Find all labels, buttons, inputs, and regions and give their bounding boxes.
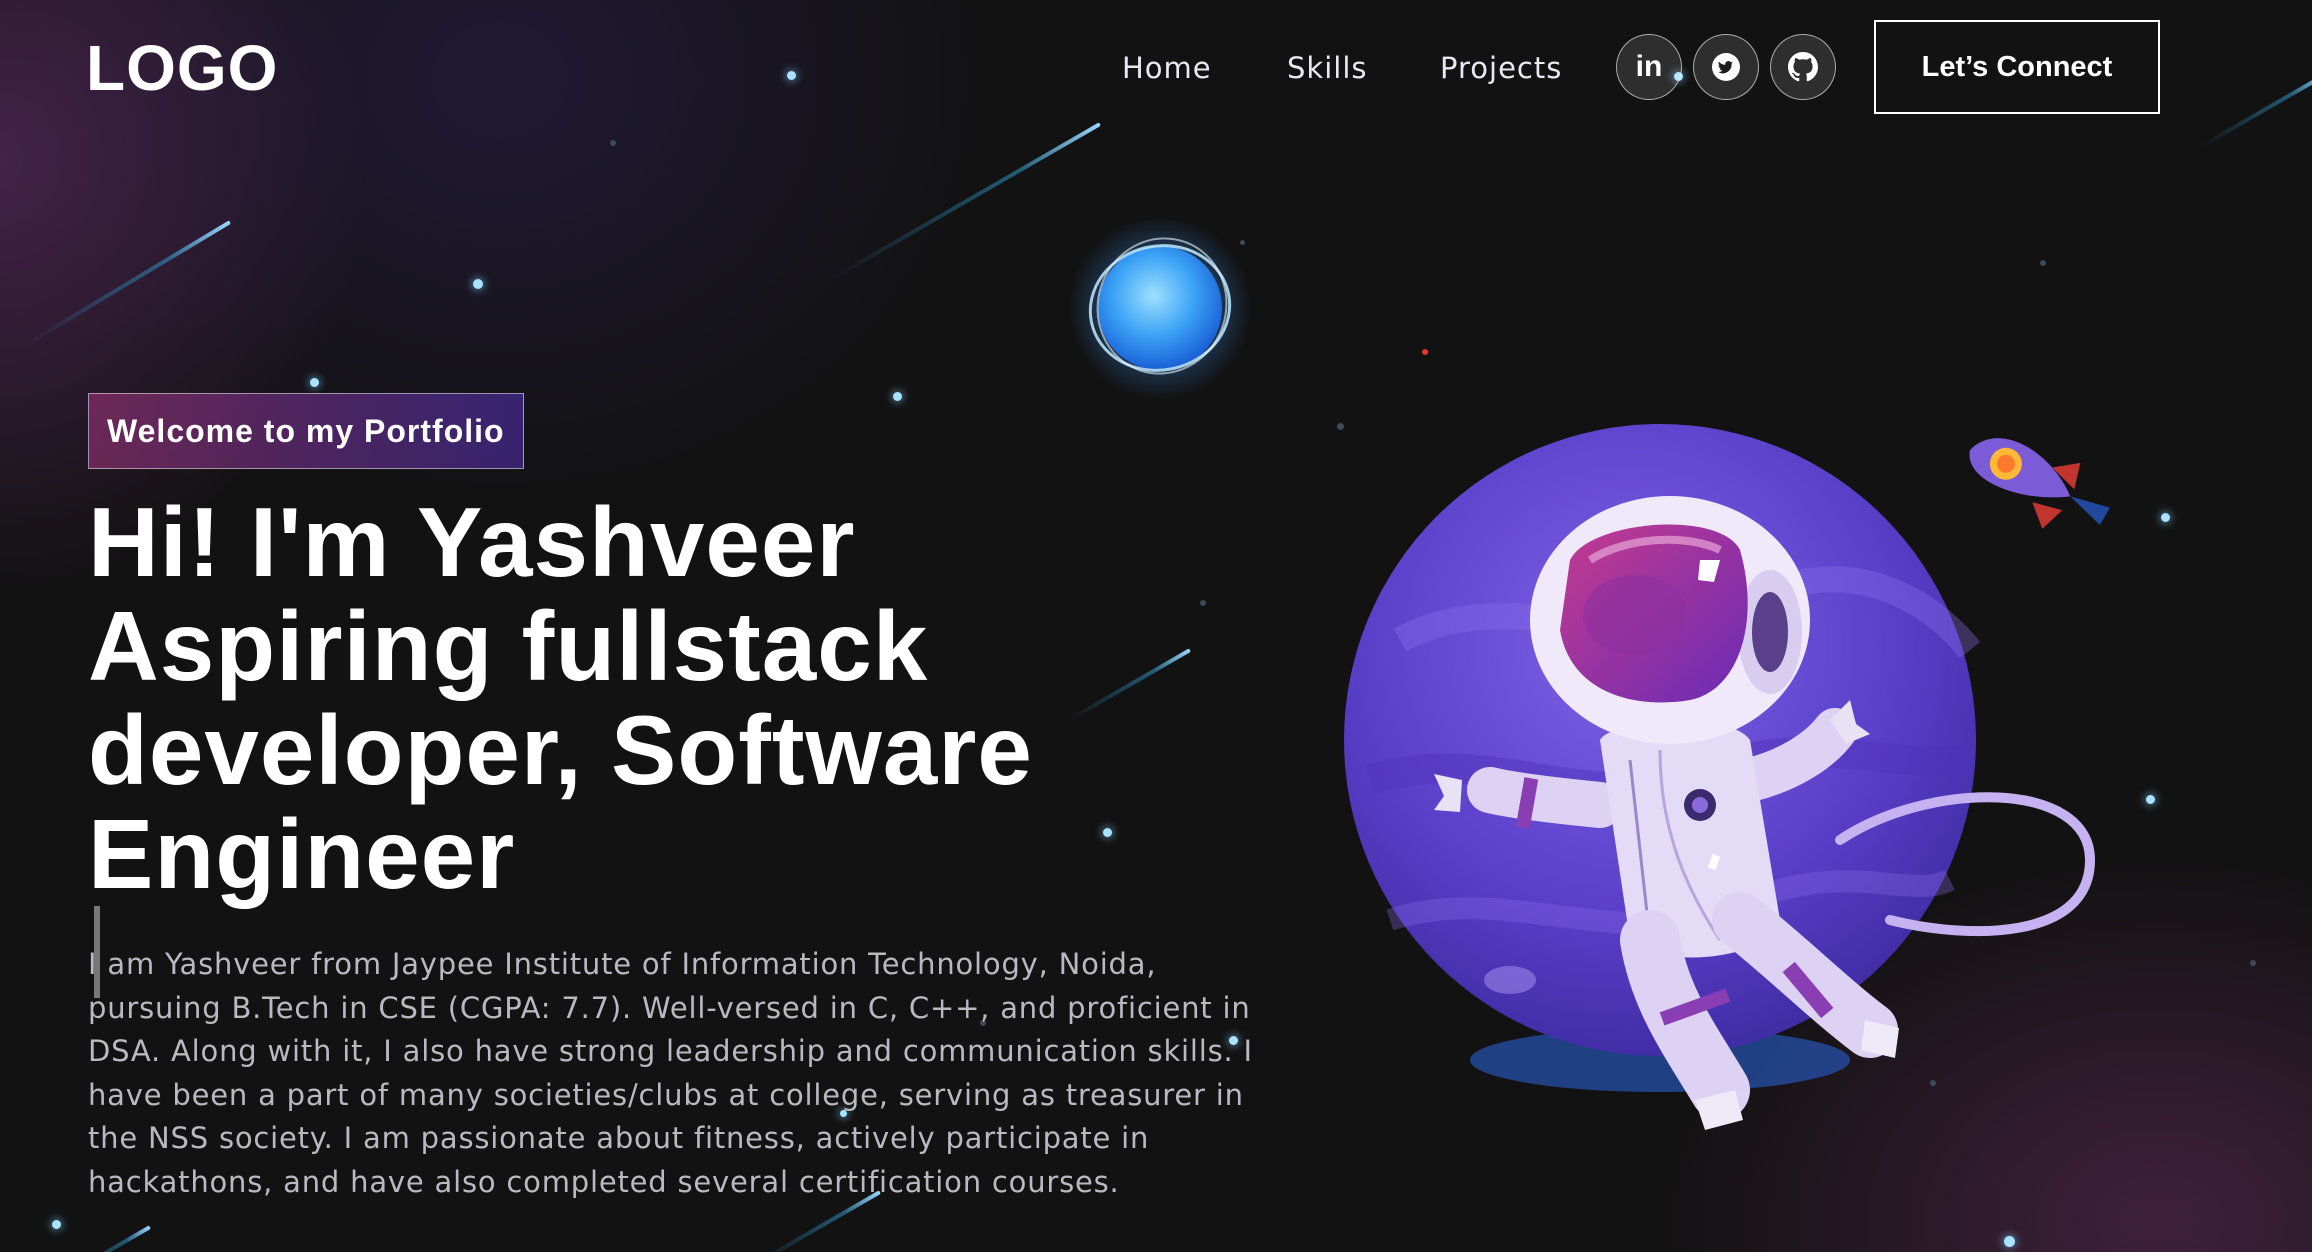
headline-line: Hi! I'm Yashveer <box>88 487 856 597</box>
rocket <box>1969 438 2110 529</box>
github-button[interactable] <box>1770 34 1836 100</box>
shooting-star <box>23 220 232 348</box>
star <box>2161 513 2170 522</box>
star <box>310 378 319 387</box>
headline-line: Aspiring fullstack <box>88 591 929 701</box>
star <box>893 392 902 401</box>
shooting-star <box>71 1225 151 1252</box>
star <box>52 1220 61 1229</box>
star <box>2146 795 2155 804</box>
star <box>2040 260 2046 266</box>
welcome-tagline: Welcome to my Portfolio <box>88 393 524 469</box>
star <box>2004 1236 2015 1247</box>
nav-link-skills[interactable]: Skills <box>1287 48 1367 88</box>
logo[interactable]: LOGO <box>86 32 278 104</box>
glowing-blue-planet <box>1068 220 1252 400</box>
star <box>2250 960 2256 966</box>
bio-paragraph: I am Yashveer from Jaypee Institute of I… <box>88 947 1253 1199</box>
headline-line: Engineer <box>88 799 516 909</box>
lets-connect-button[interactable]: Let’s Connect <box>1874 20 2160 114</box>
twitter-icon <box>1712 53 1740 81</box>
hero-headline: Hi! I'm Yashveer Aspiring fullstack deve… <box>88 490 1288 998</box>
linkedin-button[interactable]: in <box>1616 34 1682 100</box>
twitter-button[interactable] <box>1693 34 1759 100</box>
nav-link-projects[interactable]: Projects <box>1440 48 1562 88</box>
linkedin-icon: in <box>1635 50 1663 83</box>
star <box>1422 349 1428 355</box>
headline-line: developer, Software <box>88 695 1033 805</box>
astronaut-planet-illustration <box>1344 424 2110 1130</box>
github-icon <box>1788 52 1818 82</box>
nav-link-home[interactable]: Home <box>1122 48 1212 88</box>
navbar: LOGO Home Skills Projects in Let’s Conne… <box>0 0 2312 140</box>
star <box>473 279 483 289</box>
star <box>610 140 616 146</box>
